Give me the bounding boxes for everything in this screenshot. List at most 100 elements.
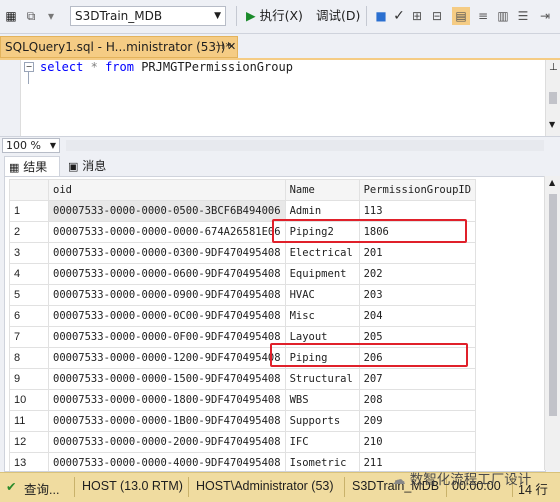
corner-cell[interactable] [9,179,49,201]
table-row[interactable]: 9 00007533-0000-0000-1500-9DF470495408 Str… [9,368,477,390]
cell-name[interactable]: Supports [284,410,360,432]
cell-oid[interactable]: 00007533-0000-0000-0600-9DF470495408 [48,263,286,285]
cell-permissiongroupid[interactable]: 207 [358,368,477,390]
row-number[interactable]: 3 [9,242,49,264]
column-header-oid[interactable]: oid [48,179,286,201]
table-row[interactable]: 3 00007533-0000-0000-0300-9DF470495408 Ele… [9,242,477,264]
table-row[interactable]: 10 00007533-0000-0000-1800-9DF470495408 WB… [9,389,477,411]
row-number[interactable]: 4 [9,263,49,285]
grid-scroll-thumb[interactable] [549,194,557,416]
wechat-icon: ☁ [392,472,406,488]
cell-permissiongroupid[interactable]: 204 [358,305,477,327]
row-number[interactable]: 6 [9,305,49,327]
editor-scroll-thumb[interactable] [549,92,557,104]
cell-oid[interactable]: 00007533-0000-0000-4000-9DF470495408 [48,452,286,471]
database-select-value: S3DTrain_MDB [75,9,163,23]
table-row[interactable]: 11 00007533-0000-0000-1B00-9DF470495408 Su… [9,410,477,432]
tab-sqlquery1[interactable]: SQLQuery1.sql - H...ministrator (53))* ⊣… [0,36,238,58]
watermark-text: 数智化流程工厂设计 [409,472,532,488]
parse-icon[interactable]: ✓ [390,7,408,25]
cell-name[interactable]: HVAC [284,284,360,306]
cell-name[interactable]: Structural [284,368,360,390]
execute-button[interactable]: ▶ 执行(X) [246,6,303,26]
toolbar-separator [366,6,367,26]
cell-oid[interactable]: 00007533-0000-0000-0300-9DF470495408 [48,242,286,264]
mdx-icon[interactable]: ⧉ [22,7,40,25]
stop-icon[interactable]: ■ [372,7,390,25]
tab-messages-label: 消息 [82,159,107,173]
cell-name[interactable]: WBS [284,389,360,411]
cell-oid[interactable]: 00007533-0000-0000-1200-9DF470495408 [48,347,286,369]
indent-icon[interactable]: ⇥ [536,7,554,25]
cell-permissiongroupid[interactable]: 208 [358,389,477,411]
zoom-value: 100 % [6,139,41,152]
query-editor[interactable]: − select * from PRJMGTPermissionGroup [0,60,545,136]
cell-oid[interactable]: 00007533-0000-0000-0C00-9DF470495408 [48,305,286,327]
cell-oid[interactable]: 00007533-0000-0000-0000-674A26581E06 [48,221,286,243]
results-to-file-icon[interactable]: ▥ [494,7,512,25]
dropdown-icon[interactable]: ▾ [42,7,60,25]
status-separator [188,477,189,497]
row-number[interactable]: 8 [9,347,49,369]
comment-icon[interactable]: ☰ [514,7,532,25]
results-to-grid-icon[interactable]: ▤ [452,7,470,25]
cell-name[interactable]: Electrical [284,242,360,264]
scroll-up-icon[interactable]: ▲ [549,178,555,187]
row-number[interactable]: 5 [9,284,49,306]
tab-messages[interactable]: ▣ 消息 [64,156,120,176]
cell-permissiongroupid[interactable]: 210 [358,431,477,453]
table-row[interactable]: 4 00007533-0000-0000-0600-9DF470495408 Equ… [9,263,477,285]
chevron-down-icon: ▼ [49,141,56,150]
row-number[interactable]: 12 [9,431,49,453]
toolbar-icon[interactable]: ▦ [2,7,20,25]
toolbar: ▦ ⧉ ▾ S3DTrain_MDB ▼ ▶ 执行(X) 调试(D) ■ ✓ ⊞… [0,0,560,34]
results-to-text-icon[interactable]: ≡ [474,7,492,25]
column-header-name[interactable]: Name [284,179,360,201]
cell-permissiongroupid[interactable]: 202 [358,263,477,285]
row-number[interactable]: 7 [9,326,49,348]
code-line: select * from PRJMGTPermissionGroup [40,60,293,74]
cell-permissiongroupid[interactable]: 203 [358,284,477,306]
cell-oid[interactable]: 00007533-0000-0000-1500-9DF470495408 [48,368,286,390]
plan-icon[interactable]: ⊞ [408,7,426,25]
column-header-permissiongroupid[interactable]: PermissionGroupID [358,179,477,201]
row-number[interactable]: 1 [9,200,49,222]
debug-button[interactable]: 调试(D) [316,6,360,26]
row-number[interactable]: 10 [9,389,49,411]
table-row[interactable]: 12 00007533-0000-0000-2000-9DF470495408 IF… [9,431,477,453]
cell-name[interactable]: Isometric [284,452,360,471]
row-number[interactable]: 11 [9,410,49,432]
editor-hscrollbar[interactable] [66,140,544,151]
row-number[interactable]: 2 [9,221,49,243]
cell-oid[interactable]: 00007533-0000-0000-0900-9DF470495408 [48,284,286,306]
row-number[interactable]: 13 [9,452,49,471]
cell-oid[interactable]: 00007533-0000-0000-1B00-9DF470495408 [48,410,286,432]
zoom-select[interactable]: 100 % ▼ [2,138,60,153]
cell-oid[interactable]: 00007533-0000-0000-1800-9DF470495408 [48,389,286,411]
cell-oid[interactable]: 00007533-0000-0000-2000-9DF470495408 [48,431,286,453]
cell-name[interactable]: Misc [284,305,360,327]
row-number[interactable]: 9 [9,368,49,390]
cell-permissiongroupid[interactable]: 209 [358,410,477,432]
table-row[interactable]: 6 00007533-0000-0000-0C00-9DF470495408 Mis… [9,305,477,327]
pin-icon[interactable]: ⊣ [215,37,224,57]
grid-scrollbar[interactable]: ▲ [544,176,560,470]
cell-oid[interactable]: 00007533-0000-0000-0500-3BCF6B494006 [48,200,286,222]
editor-scrollbar[interactable]: ⊥ ▼ [545,60,560,136]
tab-results[interactable]: ▦ 结果 [4,156,60,176]
table-row[interactable]: 5 00007533-0000-0000-0900-9DF470495408 HVA… [9,284,477,306]
cell-oid[interactable]: 00007533-0000-0000-0F00-9DF470495408 [48,326,286,348]
cell-name[interactable]: IFC [284,431,360,453]
scroll-down-icon[interactable]: ▼ [549,120,555,129]
highlight-box-row-8 [270,343,468,367]
cell-permissiongroupid[interactable]: 201 [358,242,477,264]
status-host: HOST (13.0 RTM) [82,479,183,493]
split-icon[interactable]: ⊥ [549,62,558,73]
query-options-icon[interactable]: ⊟ [428,7,446,25]
database-select[interactable]: S3DTrain_MDB ▼ [70,6,226,26]
cell-name[interactable]: Equipment [284,263,360,285]
execute-label: 执行(X) [259,8,303,23]
status-separator [74,477,75,497]
collapse-icon[interactable]: − [24,62,34,72]
close-icon[interactable]: ✕ [227,37,236,57]
